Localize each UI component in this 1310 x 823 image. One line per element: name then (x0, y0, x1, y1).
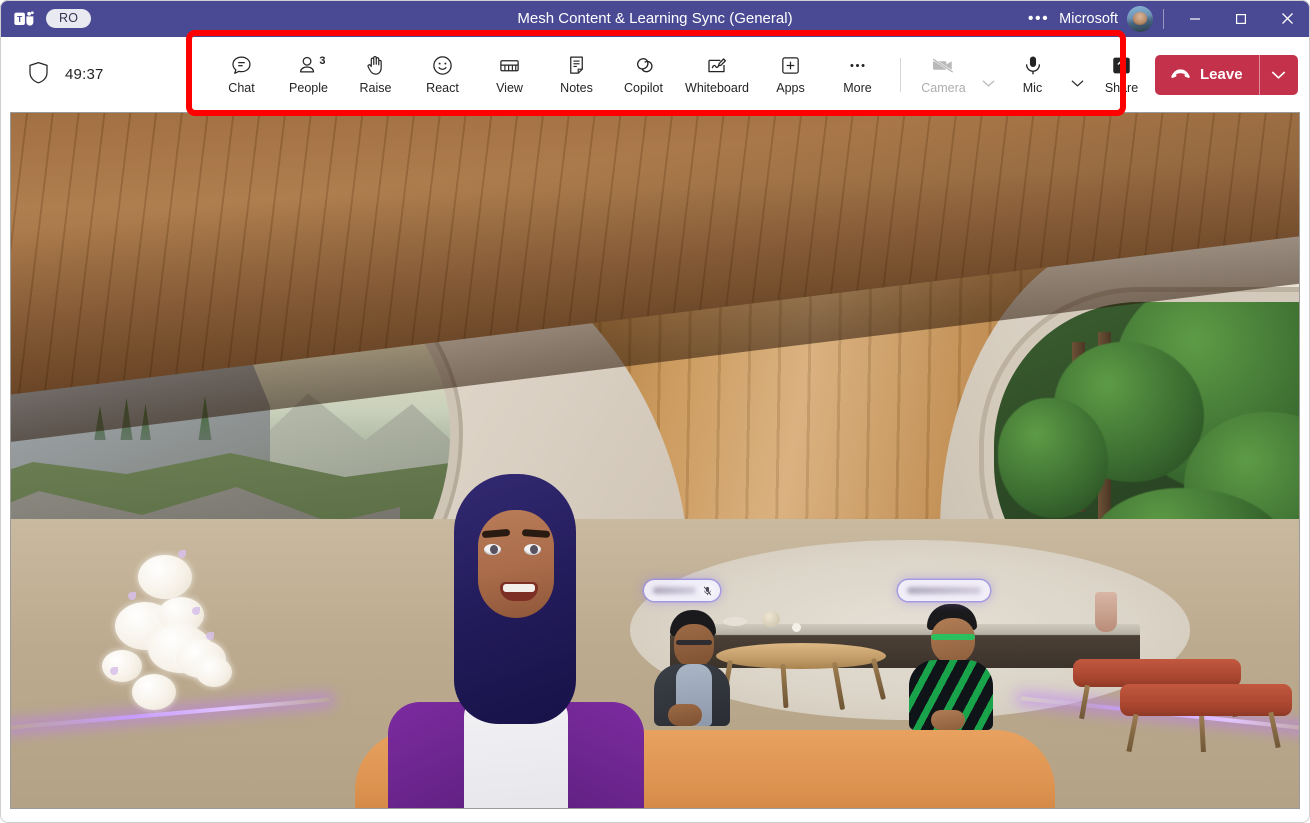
people-label: People (289, 80, 328, 95)
hangup-icon (1170, 66, 1191, 84)
meeting-timer: 49:37 (65, 66, 104, 83)
participant-avatar-left (646, 610, 738, 726)
titlebar-more-icon[interactable]: ••• (1018, 0, 1059, 37)
control-bar-left: 49:37 (0, 61, 190, 89)
people-icon: 3 (296, 54, 326, 77)
title-bar-left: T RO (0, 7, 92, 31)
chat-button[interactable]: Chat (208, 46, 275, 104)
camera-options-chevron-down-icon[interactable] (977, 46, 999, 104)
minimize-button[interactable] (1172, 0, 1218, 37)
scene-room (10, 112, 1300, 809)
leave-button[interactable]: Leave (1155, 55, 1259, 95)
people-count-badge: 3 (319, 54, 326, 67)
share-label: Share (1104, 80, 1139, 95)
self-avatar-foreground (382, 474, 644, 809)
floating-balloon (132, 674, 176, 710)
share-button[interactable]: Share (1088, 46, 1155, 104)
notes-label: Notes (560, 80, 593, 95)
avatar-face (478, 510, 554, 618)
mic-icon (1020, 55, 1046, 77)
bench-back (1073, 659, 1241, 687)
copilot-button[interactable]: Copilot (610, 46, 677, 104)
petal (128, 592, 136, 600)
react-button[interactable]: React (409, 46, 476, 104)
chat-label: Chat (228, 80, 255, 95)
floating-balloon (138, 555, 192, 599)
nameplate-participant-left[interactable] (644, 580, 720, 601)
copilot-label: Copilot (624, 80, 663, 95)
avatar-mouth (500, 582, 538, 601)
title-bar: T RO Mesh Content & Learning Sync (Gener… (0, 0, 1310, 37)
sphere-ornament (762, 611, 780, 627)
more-button[interactable]: More (824, 46, 891, 104)
people-button[interactable]: 3 People (275, 46, 342, 104)
whiteboard-label: Whiteboard (685, 80, 749, 95)
chat-icon (229, 55, 255, 77)
view-label: View (496, 80, 523, 95)
org-label: Microsoft (1059, 10, 1118, 27)
view-icon (497, 55, 523, 77)
title-bar-right: ••• Microsoft (1018, 0, 1310, 37)
whiteboard-button[interactable]: Whiteboard (677, 46, 757, 104)
avatar[interactable] (1127, 5, 1153, 32)
small-ball (792, 623, 801, 632)
control-bar-right: Leave (1155, 54, 1310, 95)
petal (178, 550, 186, 558)
share-up-icon (1109, 55, 1135, 77)
raise-hand-button[interactable]: Raise (342, 46, 409, 104)
maximize-button[interactable] (1218, 0, 1264, 37)
svg-text:T: T (17, 13, 23, 23)
raise-hand-icon (363, 55, 389, 77)
bench-front (1120, 684, 1292, 716)
titlebar-divider (1163, 8, 1164, 29)
petal (192, 607, 200, 615)
account-pill[interactable]: RO (46, 8, 92, 29)
meeting-control-bar: 49:37 Chat 3 People Raise React View Not… (0, 37, 1310, 112)
petal (206, 632, 214, 640)
vase (1095, 592, 1117, 632)
shield-icon (28, 61, 49, 89)
floating-balloon (196, 657, 232, 687)
react-label: React (426, 80, 459, 95)
teams-meeting-window: T RO Mesh Content & Learning Sync (Gener… (0, 0, 1310, 823)
apps-plus-icon (778, 55, 804, 77)
control-bar-divider (900, 57, 901, 92)
teams-logo-icon: T (12, 7, 36, 31)
more-label: More (843, 80, 872, 95)
mic-label: Mic (1022, 80, 1043, 95)
notes-icon (564, 55, 590, 77)
nameplate-label (907, 587, 981, 594)
apps-label: Apps (776, 80, 805, 95)
leave-label: Leave (1200, 66, 1243, 83)
immersive-scene[interactable]: Mesh Content & Learning Sync (10, 112, 1300, 809)
petal (110, 667, 118, 675)
coffee-table (716, 643, 886, 669)
camera-button[interactable]: Camera (910, 46, 977, 104)
nameplate-participant-right[interactable] (898, 580, 990, 601)
react-icon (430, 55, 456, 77)
notes-button[interactable]: Notes (543, 46, 610, 104)
copilot-icon (631, 55, 657, 77)
whiteboard-icon (704, 55, 730, 77)
camera-off-icon (931, 55, 957, 77)
mic-options-chevron-down-icon[interactable] (1066, 46, 1088, 104)
more-icon (845, 55, 871, 77)
camera-label: Camera (921, 80, 966, 95)
floating-balloon (102, 650, 142, 682)
apps-button[interactable]: Apps (757, 46, 824, 104)
mic-button[interactable]: Mic (999, 46, 1066, 104)
leave-meeting-control: Leave (1155, 54, 1298, 95)
participant-avatar-right (905, 604, 997, 730)
mic-muted-icon (700, 583, 715, 598)
nameplate-label (653, 587, 696, 594)
raise-hand-label: Raise (359, 80, 392, 95)
leave-options-chevron-down-icon[interactable] (1260, 55, 1298, 95)
close-button[interactable] (1264, 0, 1310, 37)
control-bar-center: Chat 3 People Raise React View Notes Cop… (190, 37, 1155, 112)
view-button[interactable]: View (476, 46, 543, 104)
